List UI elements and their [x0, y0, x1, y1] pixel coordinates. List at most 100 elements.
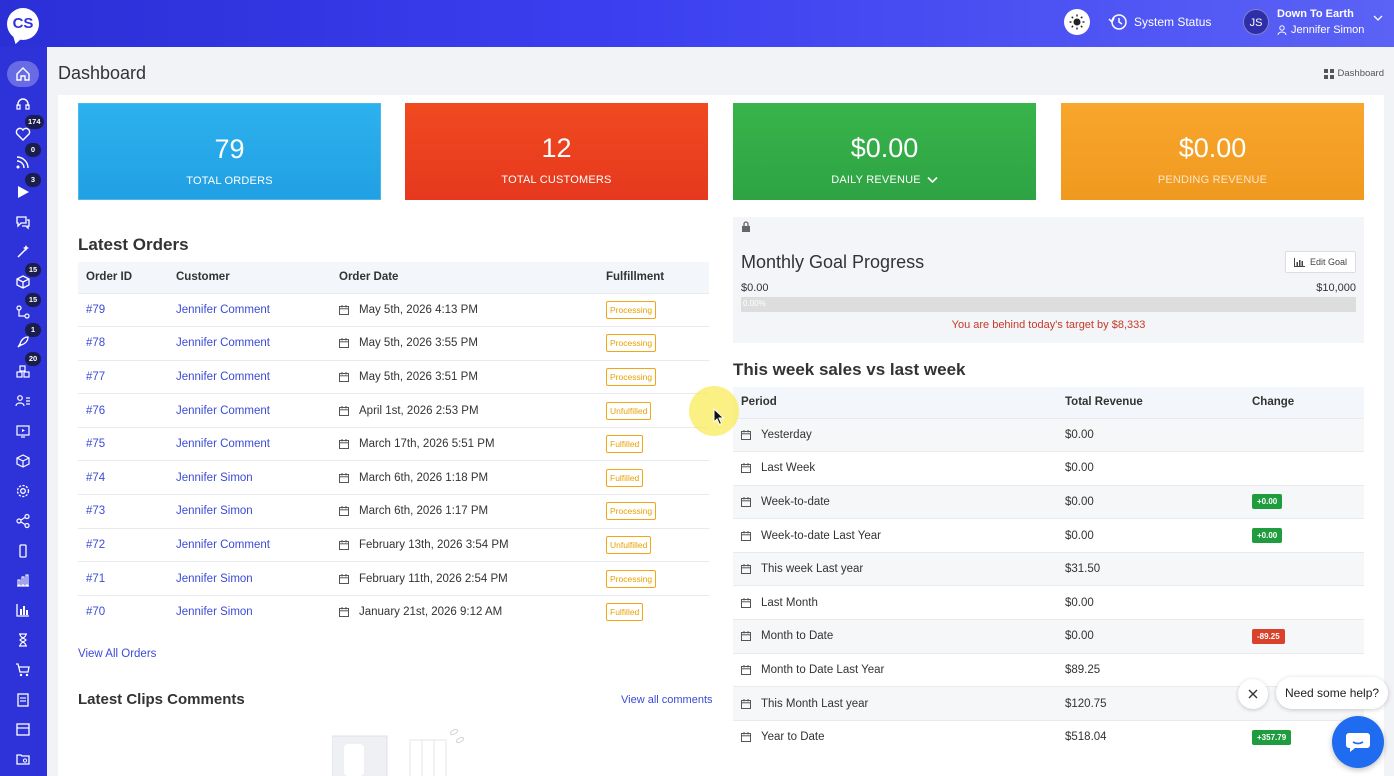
calendar-icon	[741, 530, 751, 541]
revenue-cell: $518.04	[1057, 719, 1244, 754]
table-row[interactable]: #76 Jennifer Comment April 1st, 2026 2:53 …	[78, 393, 709, 428]
order-id-link[interactable]: #71	[78, 561, 168, 596]
table-row[interactable]: #78 Jennifer Comment May 5th, 2026 3:55 PM…	[78, 326, 709, 361]
order-date: May 5th, 2026 3:55 PM	[359, 337, 478, 350]
customer-link[interactable]: Jennifer Comment	[168, 326, 331, 361]
table-row[interactable]: #77 Jennifer Comment May 5th, 2026 3:51 PM…	[78, 359, 709, 394]
table-row[interactable]: #73 Jennifer Simon March 6th, 2026 1:17 PM…	[78, 494, 709, 529]
table-row[interactable]: #79 Jennifer Comment May 5th, 2026 4:13 PM…	[78, 292, 709, 327]
help-chat-button[interactable]	[1332, 716, 1384, 768]
order-date-cell: March 6th, 2026 1:17 PM	[331, 494, 598, 529]
customer-link[interactable]: Jennifer Comment	[168, 527, 331, 562]
stat-label: PENDING REVENUE	[1157, 174, 1268, 186]
order-id-link[interactable]: #75	[78, 426, 168, 461]
order-id-link[interactable]: #79	[78, 292, 168, 327]
sidebar-item-mobile[interactable]	[7, 538, 39, 564]
sidebar-item-store[interactable]	[7, 716, 39, 742]
customer-link[interactable]: Jennifer Simon	[168, 460, 331, 495]
app-logo[interactable]: CS	[7, 8, 39, 40]
table-row[interactable]: #74 Jennifer Simon March 6th, 2026 1:18 PM…	[78, 460, 709, 495]
sidebar-item-pages[interactable]	[7, 687, 39, 713]
chart-icon	[1293, 257, 1305, 267]
order-id-link[interactable]: #74	[78, 460, 168, 495]
revenue-cell: $120.75	[1057, 686, 1244, 721]
sidebar-item-media[interactable]	[7, 418, 39, 444]
sidebar-item-share[interactable]	[7, 508, 39, 534]
change-badge: +0.00	[1252, 528, 1283, 544]
customer-link[interactable]: Jennifer Simon	[168, 561, 331, 596]
calendar-icon	[741, 429, 751, 440]
sidebar-item-feeds[interactable]: 0	[7, 143, 41, 175]
stat-card-total-orders[interactable]: 79 TOTAL ORDERS	[78, 103, 381, 200]
sidebar-item-products[interactable]: 15	[7, 263, 41, 295]
status-badge: Unfulfilled	[606, 401, 652, 420]
table-row[interactable]: #72 Jennifer Comment February 13th, 2026 3…	[78, 527, 709, 562]
order-date: May 5th, 2026 4:13 PM	[359, 303, 478, 316]
empty-state-illustration-icon	[332, 728, 465, 776]
column-header: Customer	[168, 262, 331, 293]
change-cell	[1244, 551, 1364, 586]
stat-card-daily-revenue[interactable]: $0.00 DAILY REVENUE	[733, 103, 1036, 200]
edit-goal-button[interactable]: Edit Goal	[1284, 251, 1356, 273]
table-row: Yesterday $0.00	[733, 417, 1364, 452]
order-id-link[interactable]: #78	[78, 326, 168, 361]
sidebar-item-stats[interactable]	[7, 597, 39, 623]
stat-card-total-customers[interactable]: 12 TOTAL CUSTOMERS	[405, 103, 708, 200]
marketing-badge: 1	[25, 323, 41, 337]
order-id-link[interactable]: #77	[78, 359, 168, 394]
stat-card-pending-revenue[interactable]: $0.00 PENDING REVENUE	[1061, 103, 1364, 200]
sidebar-item-customers[interactable]	[7, 388, 39, 414]
order-id-link[interactable]: #70	[78, 594, 168, 629]
sidebar-item-analytics[interactable]: 15	[7, 293, 41, 325]
sidebar-item-folder-search[interactable]	[7, 746, 39, 772]
sidebar-item-videos[interactable]: 3	[7, 173, 41, 205]
order-id-link[interactable]: #72	[78, 527, 168, 562]
sidebar-item-settings[interactable]	[7, 478, 39, 504]
order-date: January 21st, 2026 9:12 AM	[359, 606, 503, 619]
period-label: Month to Date	[761, 630, 834, 643]
latest-orders-table: Order ID Customer Order Date Fulfillment…	[78, 262, 709, 629]
system-status-label: System Status	[1134, 15, 1212, 29]
system-status-link[interactable]: System Status	[1108, 13, 1211, 31]
table-row[interactable]: #75 Jennifer Comment March 17th, 2026 5:51…	[78, 426, 709, 461]
table-row[interactable]: #70 Jennifer Simon January 21st, 2026 9:12…	[78, 594, 709, 629]
customer-link[interactable]: Jennifer Simon	[168, 494, 331, 529]
customer-link[interactable]: Jennifer Simon	[168, 594, 331, 629]
user-menu[interactable]: JS Down To Earth Jennifer Simon	[1243, 6, 1383, 38]
daily-revenue-dropdown[interactable]: DAILY REVENUE	[733, 174, 1036, 186]
customer-link[interactable]: Jennifer Comment	[168, 393, 331, 428]
sidebar-item-tools[interactable]	[7, 239, 39, 265]
customer-link[interactable]: Jennifer Comment	[168, 292, 331, 327]
sales-comparison-table: Period Total Revenue Change Yesterday $0.…	[733, 387, 1364, 754]
calendar-icon	[339, 607, 349, 618]
calendar-icon	[741, 597, 751, 608]
goal-min-value: $0.00	[741, 282, 769, 294]
order-date: March 6th, 2026 1:17 PM	[359, 505, 489, 518]
order-id-link[interactable]: #76	[78, 393, 168, 428]
sidebar-item-dashboard[interactable]	[7, 61, 39, 87]
help-bubble[interactable]: Need some help?	[1276, 677, 1389, 709]
sidebar-item-inventory[interactable]: 20	[7, 352, 41, 384]
breadcrumb[interactable]: Dashboard	[1323, 68, 1384, 79]
edit-goal-label: Edit Goal	[1309, 257, 1347, 267]
order-id-link[interactable]: #73	[78, 494, 168, 529]
status-badge: Processing	[606, 300, 657, 319]
help-close-button[interactable]	[1238, 679, 1268, 709]
sidebar-item-packages[interactable]	[7, 448, 39, 474]
theme-toggle-button[interactable]	[1064, 9, 1090, 35]
sidebar-item-timer[interactable]	[7, 627, 39, 653]
monitor-play-icon	[16, 425, 30, 438]
customer-link[interactable]: Jennifer Comment	[168, 426, 331, 461]
sidebar-item-cart[interactable]	[7, 657, 39, 683]
sidebar-item-support[interactable]	[7, 91, 39, 117]
sidebar-item-chat[interactable]	[7, 209, 39, 235]
revenue-cell: $31.50	[1057, 551, 1244, 586]
fulfillment-cell: Processing	[598, 561, 709, 596]
view-all-orders-link[interactable]: View All Orders	[78, 648, 156, 660]
calendar-icon	[741, 631, 751, 642]
customer-link[interactable]: Jennifer Comment	[168, 359, 331, 394]
stat-label: TOTAL CUSTOMERS	[501, 174, 612, 186]
table-row[interactable]: #71 Jennifer Simon February 11th, 2026 2:5…	[78, 561, 709, 596]
view-all-comments-link[interactable]: View all comments	[621, 694, 713, 706]
sidebar-item-reports[interactable]	[7, 567, 39, 593]
